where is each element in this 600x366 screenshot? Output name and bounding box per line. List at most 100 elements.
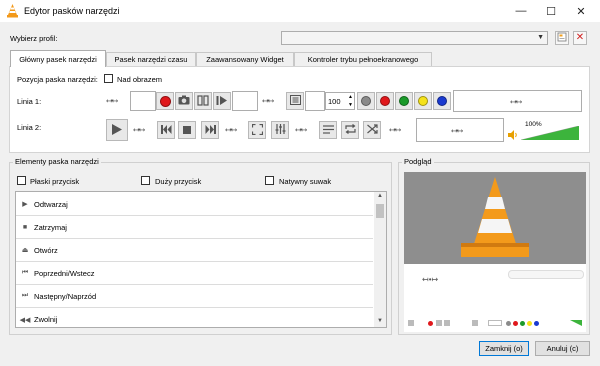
play-button[interactable] <box>106 119 128 141</box>
snapshot-button[interactable] <box>175 92 193 110</box>
shuffle-button[interactable] <box>363 121 381 139</box>
equalizer-icon <box>275 124 286 136</box>
scrollbar-thumb[interactable] <box>376 204 384 218</box>
blue-dot-icon <box>437 96 447 106</box>
empty-slot[interactable] <box>232 91 258 111</box>
playlist-button[interactable] <box>286 92 304 110</box>
cancel-button-label: Anuluj (c) <box>546 344 579 353</box>
preview-spacer-icon: ↤•↦ <box>422 275 439 284</box>
new-profile-button[interactable] <box>555 31 569 45</box>
native-slider-checkbox[interactable] <box>265 176 274 185</box>
spacer-icon: ↤•↦ <box>451 128 463 135</box>
spacer-icon: ↤•↦ <box>510 99 522 106</box>
flat-button-checkbox[interactable] <box>17 176 26 185</box>
above-video-checkbox[interactable] <box>104 74 113 83</box>
cancel-button[interactable]: Anuluj (c) <box>535 341 590 356</box>
volume-spinbox[interactable]: 100 ▲ ▼ <box>325 92 355 110</box>
play-icon <box>112 123 122 137</box>
spin-up-icon[interactable]: ▲ <box>348 94 353 100</box>
chevron-down-icon: ▼ <box>537 34 544 41</box>
frame-by-frame-button[interactable] <box>213 92 231 110</box>
list-item[interactable]: ■ Zatrzymaj <box>16 216 373 239</box>
gray-color-button[interactable] <box>357 92 375 110</box>
frame-step-icon <box>216 95 228 108</box>
previous-button[interactable] <box>157 121 175 139</box>
tab-time-toolbar[interactable]: Pasek narzędzi czasu <box>106 52 196 66</box>
chevron-up-icon[interactable]: ▲ <box>377 193 383 199</box>
camera-icon <box>178 95 190 107</box>
fullscreen-icon <box>251 123 263 137</box>
loop-button[interactable] <box>341 121 359 139</box>
volume-slider[interactable]: 100% <box>521 121 579 140</box>
ab-loop-icon <box>197 94 209 108</box>
spacer-icon: ↤•↦ <box>133 127 145 134</box>
spacer-icon: ↤•↦ <box>295 127 307 134</box>
list-item[interactable]: ▶ Odtwarzaj <box>16 193 373 216</box>
list-item-label: Zatrzymaj <box>34 222 67 232</box>
red-color-button[interactable] <box>376 92 394 110</box>
spacer-icon: ↤•↦ <box>262 98 274 105</box>
list-item[interactable]: ⏭ Następny/Naprzód <box>16 285 373 308</box>
extended-settings-button[interactable] <box>271 121 289 139</box>
tab-fullscreen-controller[interactable]: Kontroler trybu pełnoekranowego <box>294 52 432 66</box>
vlc-cone-icon <box>6 4 19 20</box>
speaker-icon <box>508 130 519 142</box>
record-icon <box>159 95 171 107</box>
list-item-label: Zwolnij <box>34 315 58 324</box>
chevron-down-icon[interactable]: ▼ <box>377 318 383 324</box>
toolbar-elements-list[interactable]: ▶ Odtwarzaj ■ Zatrzymaj ⏏ Otwórz ⏮ Poprz… <box>15 191 387 328</box>
green-color-button[interactable] <box>395 92 413 110</box>
tab-label: Zaawansowany Widget <box>206 55 284 64</box>
previous-icon: ⏮ <box>21 269 29 276</box>
stop-button[interactable] <box>178 121 196 139</box>
fullscreen-button[interactable] <box>248 121 266 139</box>
window-title: Edytor pasków narzędzi <box>24 6 120 16</box>
next-icon <box>205 124 216 136</box>
line2-label: Linia 2: <box>17 123 42 132</box>
expanding-spacer-slot[interactable]: ↤•↦ <box>453 90 582 112</box>
list-item-label: Poprzedni/Wstecz <box>34 268 95 278</box>
spacer-icon: ↤•↦ <box>389 127 401 134</box>
minimize-button[interactable]: — <box>506 0 536 22</box>
profile-label: Wybierz profil: <box>10 34 58 43</box>
list-icon <box>322 124 334 136</box>
tab-advanced-widget[interactable]: Zaawansowany Widget <box>196 52 294 66</box>
line1-label: Linia 1: <box>17 97 42 106</box>
list-item[interactable]: ⏮ Poprzedni/Wstecz <box>16 262 373 285</box>
tab-label: Główny pasek narzędzi <box>19 54 97 64</box>
loop-icon <box>344 124 356 136</box>
preview-area: ↤•↦ <box>404 172 586 332</box>
delete-profile-button[interactable]: ✕ <box>573 31 587 45</box>
show-playlist-button[interactable] <box>319 121 337 139</box>
spin-down-icon[interactable]: ▼ <box>348 102 353 108</box>
play-icon: ▶ <box>22 201 28 208</box>
preview-video-area <box>404 172 586 264</box>
profile-select[interactable]: ▼ <box>281 31 548 45</box>
toolbar-elements-title: Elementy paska narzędzi <box>13 157 101 166</box>
maximize-button[interactable]: ☐ <box>536 0 566 22</box>
big-button-checkbox[interactable] <box>141 176 150 185</box>
list-item[interactable]: ⏏ Otwórz <box>16 239 373 262</box>
close-window-button[interactable]: ✕ <box>566 0 596 22</box>
close-button[interactable]: Zamknij (o) <box>479 341 529 356</box>
yellow-color-button[interactable] <box>414 92 432 110</box>
blue-color-button[interactable] <box>433 92 451 110</box>
spinbox-value: 100 <box>328 97 341 106</box>
stop-icon: ■ <box>22 223 28 231</box>
record-button[interactable] <box>156 92 174 110</box>
spacer-icon: ↤•↦ <box>225 127 237 134</box>
shuffle-icon <box>366 124 378 136</box>
next-icon: ⏭ <box>21 292 29 299</box>
preview-seek-bar <box>508 270 584 279</box>
list-scrollbar[interactable]: ▲ ▼ <box>374 192 386 327</box>
empty-slot[interactable] <box>305 91 325 111</box>
tab-main-toolbar[interactable]: Główny pasek narzędzi <box>10 50 106 67</box>
volume-wedge <box>521 126 579 140</box>
next-button[interactable] <box>201 121 219 139</box>
loop-ab-button[interactable] <box>194 92 212 110</box>
list-item-label: Następny/Naprzód <box>34 291 97 301</box>
list-item[interactable]: ◀◀ Zwolnij <box>16 308 373 331</box>
toolbar-position-label: Pozycja paska narzędzi: <box>17 75 98 84</box>
empty-slot[interactable] <box>130 91 156 111</box>
expanding-spacer-slot[interactable]: ↤•↦ <box>416 118 504 142</box>
